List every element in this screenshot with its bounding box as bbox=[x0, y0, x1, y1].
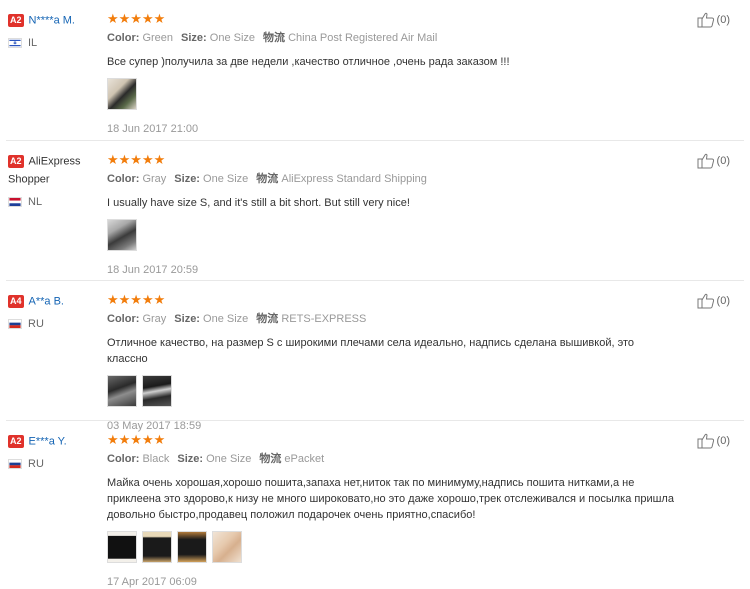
review-content: ★★★★★ Color: Gray Size: One Size 物流 RETS-E… bbox=[107, 293, 674, 433]
buyer-level-badge: A4 bbox=[8, 295, 24, 309]
reviewer-name[interactable]: E***a Y. bbox=[29, 435, 67, 447]
country-code: IL bbox=[28, 37, 38, 49]
reviewer-info: A2 AliExpress Shopper NL bbox=[8, 153, 104, 208]
review-photo-thumbnail[interactable] bbox=[142, 531, 172, 563]
shipping-label: 物流 bbox=[256, 173, 279, 185]
reviewer-info: A2 N****a M. IL bbox=[8, 12, 104, 49]
review-photo-thumbnail[interactable] bbox=[107, 375, 137, 407]
color-label: Color: bbox=[107, 32, 140, 44]
review-photo-thumbnail[interactable] bbox=[142, 375, 172, 407]
review-date: 18 Jun 2017 20:59 bbox=[107, 264, 199, 276]
rating-stars: ★★★★★ bbox=[107, 292, 166, 307]
review-text: Майка очень хорошая,хорошо пошита,запаха… bbox=[107, 477, 674, 521]
thumbs-up-icon bbox=[697, 433, 714, 449]
thumbs-up-icon bbox=[697, 153, 714, 169]
israel-flag-icon bbox=[8, 38, 22, 48]
review-photos bbox=[107, 78, 674, 110]
review-photos bbox=[107, 531, 674, 563]
russia-flag-icon bbox=[8, 319, 22, 329]
reviewer-info: A2 E***a Y. RU bbox=[8, 433, 104, 470]
reviewer-info: A4 A**a B. RU bbox=[8, 293, 104, 330]
buyer-level-badge: A2 bbox=[8, 14, 24, 28]
review-photo-thumbnail[interactable] bbox=[107, 219, 137, 251]
review-date: 18 Jun 2017 21:00 bbox=[107, 123, 199, 135]
review-text: Все супер )получила за две недели ,качес… bbox=[107, 56, 510, 68]
color-label: Color: bbox=[107, 313, 140, 325]
country-code: RU bbox=[28, 458, 44, 470]
size-label: Size: bbox=[174, 173, 200, 185]
size-value: One Size bbox=[203, 313, 249, 325]
review-item: A2 N****a M. IL ★★★★★ Color: Green Size: O… bbox=[6, 0, 744, 141]
review-content: ★★★★★ Color: Black Size: One Size 物流 ePack… bbox=[107, 433, 674, 589]
reviewer-country: NL bbox=[8, 196, 104, 208]
color-value: Gray bbox=[142, 313, 167, 325]
shipping-label: 物流 bbox=[259, 453, 282, 465]
reviewer-name[interactable]: N****a M. bbox=[29, 14, 75, 26]
color-value: Black bbox=[142, 453, 170, 465]
review-item: A2 E***a Y. RU ★★★★★ Color: Black Size: On… bbox=[6, 421, 744, 589]
order-info: Color: Gray Size: One Size 物流 RETS-EXPRESS bbox=[107, 312, 674, 326]
review-item: A2 AliExpress Shopper NL ★★★★★ Color: Gra… bbox=[6, 141, 744, 281]
country-code: RU bbox=[28, 318, 44, 330]
country-code: NL bbox=[28, 196, 43, 208]
russia-flag-icon bbox=[8, 459, 22, 469]
review-text: I usually have size S, and it's still a … bbox=[107, 197, 410, 209]
shipping-label: 物流 bbox=[256, 313, 279, 325]
color-label: Color: bbox=[107, 173, 140, 185]
color-value: Gray bbox=[142, 173, 167, 185]
thumbs-up-icon bbox=[697, 293, 714, 309]
helpful-count: (0) bbox=[716, 435, 730, 447]
size-label: Size: bbox=[177, 453, 204, 465]
review-photo-thumbnail[interactable] bbox=[177, 531, 207, 563]
shipping-value: China Post Registered Air Mail bbox=[288, 32, 438, 44]
order-info: Color: Gray Size: One Size 物流 AliExpress S… bbox=[107, 172, 674, 186]
helpful-count: (0) bbox=[716, 14, 730, 26]
reviewer-name[interactable]: A**a B. bbox=[29, 295, 64, 307]
size-value: One Size bbox=[203, 173, 249, 185]
size-value: One Size bbox=[209, 32, 256, 44]
netherlands-flag-icon bbox=[8, 197, 22, 207]
size-value: One Size bbox=[206, 453, 252, 465]
size-label: Size: bbox=[181, 32, 207, 44]
color-label: Color: bbox=[107, 453, 140, 465]
reviewer-country: IL bbox=[8, 37, 104, 49]
helpful-button[interactable]: (0) bbox=[697, 12, 730, 28]
buyer-level-badge: A2 bbox=[8, 435, 24, 449]
rating-stars: ★★★★★ bbox=[107, 152, 166, 167]
review-photos bbox=[107, 219, 674, 251]
buyer-level-badge: A2 bbox=[8, 155, 24, 169]
review-photo-thumbnail[interactable] bbox=[107, 531, 137, 563]
review-date: 17 Apr 2017 06:09 bbox=[107, 576, 197, 588]
rating-stars: ★★★★★ bbox=[107, 11, 166, 26]
shipping-value: ePacket bbox=[284, 453, 325, 465]
review-photo-thumbnail[interactable] bbox=[212, 531, 242, 563]
helpful-count: (0) bbox=[716, 155, 730, 167]
review-photo-thumbnail[interactable] bbox=[107, 78, 137, 110]
review-photos bbox=[107, 375, 674, 407]
size-label: Size: bbox=[174, 313, 200, 325]
reviewer-country: RU bbox=[8, 318, 104, 330]
review-item: A4 A**a B. RU ★★★★★ Color: Gray Size: One … bbox=[6, 281, 744, 432]
shipping-value: RETS-EXPRESS bbox=[281, 313, 367, 325]
shipping-value: AliExpress Standard Shipping bbox=[281, 173, 427, 185]
review-content: ★★★★★ Color: Gray Size: One Size 物流 AliExp… bbox=[107, 153, 674, 277]
order-info: Color: Black Size: One Size 物流 ePacket bbox=[107, 452, 674, 466]
helpful-button[interactable]: (0) bbox=[697, 153, 730, 169]
reviewer-country: RU bbox=[8, 458, 104, 470]
color-value: Green bbox=[142, 32, 174, 44]
helpful-button[interactable]: (0) bbox=[697, 293, 730, 309]
helpful-count: (0) bbox=[716, 295, 730, 307]
review-content: ★★★★★ Color: Green Size: One Size 物流 China… bbox=[107, 12, 674, 136]
thumbs-up-icon bbox=[697, 12, 714, 28]
helpful-button[interactable]: (0) bbox=[697, 433, 730, 449]
order-info: Color: Green Size: One Size 物流 China Post … bbox=[107, 31, 674, 45]
rating-stars: ★★★★★ bbox=[107, 432, 166, 447]
review-text: Отличное качество, на размер S с широким… bbox=[107, 337, 634, 365]
shipping-label: 物流 bbox=[263, 32, 286, 44]
